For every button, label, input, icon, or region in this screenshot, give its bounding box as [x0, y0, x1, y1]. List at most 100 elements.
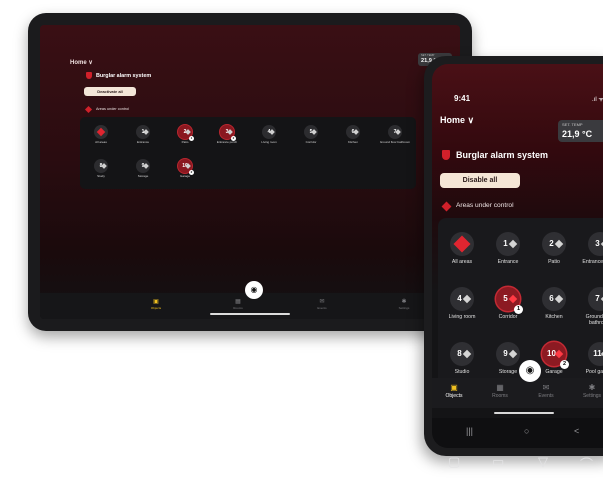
shield-eye-icon[interactable]: ◉ — [245, 281, 263, 299]
area-toggle[interactable]: 9 — [136, 159, 150, 173]
area-toggle[interactable]: 6 — [346, 125, 360, 139]
nav-item-rooms[interactable]: ▦ Rooms — [218, 298, 258, 310]
home-button[interactable]: ○ — [524, 426, 529, 436]
area-item[interactable]: 1 Entrance — [484, 232, 532, 278]
area-toggle[interactable]: 8 — [450, 342, 474, 366]
nav-item-events[interactable]: ✉ Events — [302, 298, 342, 310]
objects-icon: ▣ — [153, 299, 159, 305]
area-toggle[interactable] — [450, 232, 474, 256]
area-item[interactable]: 21Patio — [165, 125, 205, 155]
phone-screen: 9:41 .ıl ᯤ ▬ Home ∨ SET. TEMP 21,9 °C ▤ … — [432, 64, 603, 448]
area-item[interactable]: 7Ground floor bathroom — [576, 287, 603, 333]
temperature-widget[interactable]: SET. TEMP 21,9 °C ▤ — [558, 120, 603, 142]
area-item[interactable]: 4Living room — [249, 125, 289, 155]
area-toggle[interactable]: 6 — [542, 287, 566, 311]
back-button[interactable]: < — [574, 426, 579, 436]
area-toggle[interactable]: 3 — [588, 232, 603, 256]
nav-item-objects[interactable]: ▣ Objects — [432, 383, 476, 399]
settings-icon: ✱ — [588, 383, 596, 392]
nav-item-rooms[interactable]: ▦ Rooms — [478, 383, 522, 399]
nav-label: Events — [317, 306, 327, 310]
sensor-diamond-icon — [96, 127, 106, 137]
nav-label: Settings — [582, 393, 602, 399]
disable-all-button[interactable]: Disable all — [440, 173, 520, 188]
area-toggle[interactable]: 7 — [588, 287, 603, 311]
area-toggle[interactable]: 4 — [262, 125, 276, 139]
nav-item-objects[interactable]: ▣ Objects — [136, 298, 176, 310]
area-label: Corridor — [305, 140, 317, 144]
alert-count-badge: 2 — [189, 170, 194, 175]
area-item[interactable]: All areas — [438, 232, 486, 278]
area-toggle[interactable]: 21 — [178, 125, 194, 141]
recents-button[interactable]: ||| — [466, 426, 473, 436]
area-item[interactable]: 6Kitchen — [333, 125, 373, 155]
nav-label: Rooms — [492, 393, 508, 399]
area-item[interactable]: 5 1 Corridor — [484, 287, 532, 333]
area-item[interactable]: 2 Patio — [530, 232, 578, 278]
objects-icon: ▣ — [450, 383, 458, 392]
area-toggle[interactable]: 5 — [304, 125, 318, 139]
reflection-objects-icon: ▢ — [448, 454, 461, 469]
home-selector[interactable]: Home ∨ — [70, 59, 93, 66]
area-item[interactable]: All areas — [81, 125, 121, 155]
area-toggle[interactable]: 51 — [496, 287, 523, 314]
home-indicator — [494, 412, 554, 414]
status-icons: .ıl ᯤ ▬ — [592, 97, 603, 103]
area-item[interactable]: 4Living room — [438, 287, 486, 333]
area-toggle[interactable]: 9 — [496, 342, 520, 366]
tablet-screen: Home ∨ SET. TEMP 21,9 °C ▤ Burglar alarm… — [40, 25, 460, 319]
nav-item-events[interactable]: ✉ Events — [524, 383, 568, 399]
area-label: Patio — [181, 140, 189, 144]
phone-device: 9:41 .ıl ᯤ ▬ Home ∨ SET. TEMP 21,9 °C ▤ … — [424, 56, 603, 456]
nav-item-settings[interactable]: ✱ Settings — [384, 298, 424, 310]
area-label: Study — [97, 174, 105, 178]
sensor-diamond-icon — [462, 349, 472, 359]
area-toggle[interactable]: 1 — [136, 125, 150, 139]
section-title: Burglar alarm system — [456, 150, 549, 160]
home-selector[interactable]: Home ∨ — [440, 115, 474, 126]
areas-icon — [84, 105, 93, 114]
area-toggle[interactable]: 4 — [450, 287, 474, 311]
area-toggle[interactable]: 8 — [94, 159, 108, 173]
reflection-rooms-icon: ▭ — [492, 454, 505, 469]
area-toggle[interactable]: 32 — [220, 125, 236, 141]
rooms-icon: ▦ — [496, 383, 504, 392]
events-icon: ✉ — [319, 299, 325, 305]
area-toggle[interactable]: 2 — [542, 232, 566, 256]
status-time: 9:41 — [454, 94, 471, 103]
sensor-diamond-icon — [508, 294, 518, 304]
area-number: 6 — [549, 294, 554, 303]
alarm-shield-icon — [442, 150, 450, 160]
area-toggle[interactable]: 7 — [388, 125, 402, 139]
bottom-nav: ▣ Objects ▦ Rooms ✉ Events ✱ Settings — [432, 378, 603, 408]
area-item[interactable]: 6Kitchen — [530, 287, 578, 333]
nav-item-settings[interactable]: ✱ Settings — [570, 383, 603, 399]
area-toggle[interactable]: 102 — [178, 159, 194, 175]
area-item[interactable]: 7Ground floor bathroom — [375, 125, 415, 155]
area-toggle[interactable]: 102 — [542, 342, 569, 369]
area-item[interactable]: 9Storage — [123, 159, 163, 189]
area-item[interactable]: 32Entrance porch — [207, 125, 247, 155]
area-label: Ground floor bathroom — [379, 140, 411, 144]
area-toggle[interactable] — [94, 125, 108, 139]
phone-reflection: ▢ ▭ ▽ ⌒ — [430, 450, 603, 479]
deactivate-all-button[interactable]: Deactivate all — [84, 87, 136, 96]
area-label: Entrance — [497, 259, 519, 265]
area-item[interactable]: 3 Entrance porch — [576, 232, 603, 278]
areas-header: Areas under control — [456, 202, 514, 209]
area-toggle[interactable]: 1 — [496, 232, 520, 256]
area-toggle[interactable]: 11 — [588, 342, 603, 366]
area-label: Kitchen — [347, 140, 358, 144]
shield-eye-icon[interactable]: ◉ — [519, 360, 541, 382]
temp-label: SET. TEMP — [562, 122, 583, 127]
area-item[interactable]: 5Corridor — [291, 125, 331, 155]
nav-label: Settings — [398, 306, 410, 310]
area-number: 5 — [503, 294, 508, 303]
area-label: Pool gazebo — [585, 369, 603, 375]
nav-label: Objects — [445, 393, 463, 399]
area-item[interactable]: 1Entrance — [123, 125, 163, 155]
area-label: All areas — [451, 259, 473, 265]
area-item[interactable]: 102Garage — [165, 159, 205, 189]
area-item[interactable]: 8Study — [81, 159, 121, 189]
areas-header: Areas under control — [96, 107, 130, 111]
